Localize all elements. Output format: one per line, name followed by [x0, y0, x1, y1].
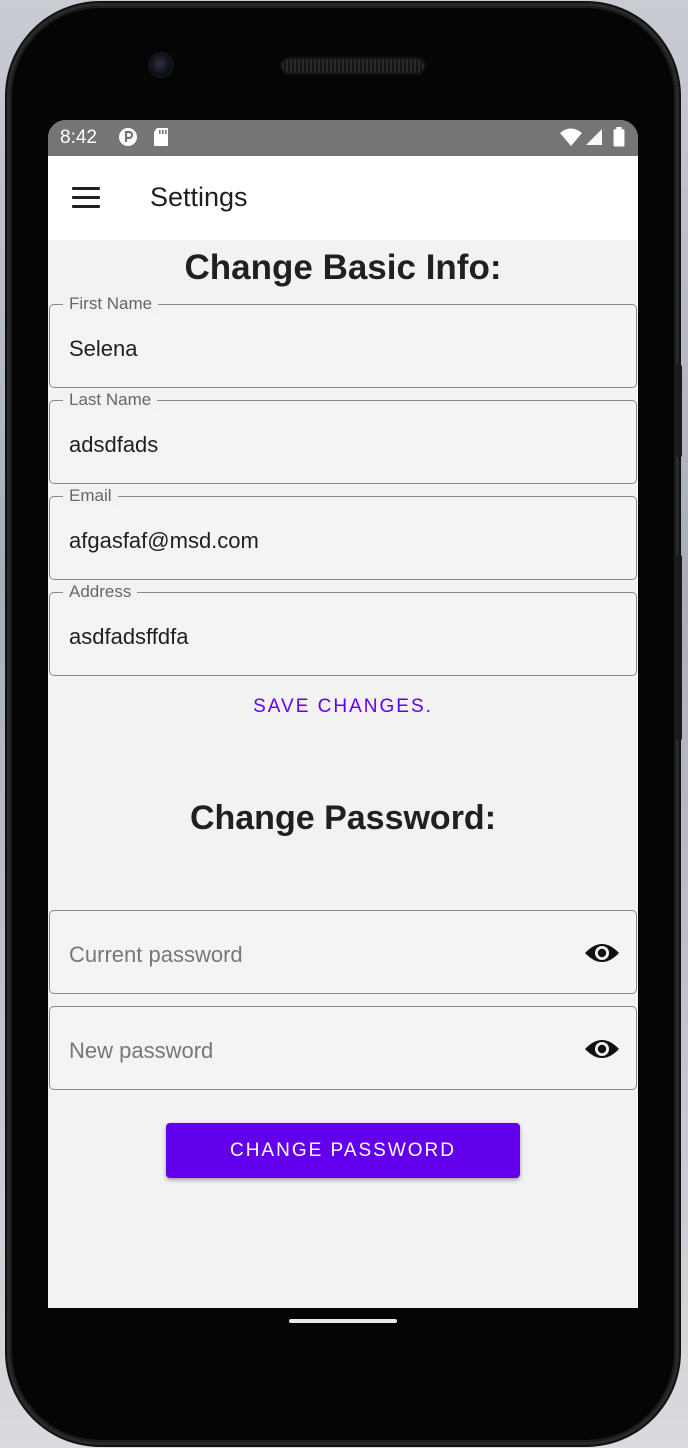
current-password-placeholder: Current password	[69, 942, 243, 967]
email-value: afgasfaf@msd.com	[69, 528, 259, 553]
status-time: 8:42	[60, 127, 97, 148]
change-password-heading: Change Password:	[189, 799, 497, 837]
hamburger-menu-icon[interactable]	[72, 187, 102, 209]
status-bar: 8:42	[48, 120, 638, 156]
first-name-field[interactable]: First Name Selena	[49, 294, 637, 388]
sd-card-icon	[154, 128, 168, 146]
earpiece-speaker	[282, 59, 424, 73]
email-label: Email	[63, 486, 118, 506]
new-password-field[interactable]: New password	[49, 1006, 637, 1090]
email-field[interactable]: Email afgasfaf@msd.com	[49, 486, 637, 580]
gesture-nav-handle[interactable]	[289, 1319, 397, 1323]
last-name-value: adsdfads	[69, 432, 159, 457]
first-name-value: Selena	[69, 336, 138, 361]
app-bar: Settings	[48, 156, 638, 240]
last-name-label: Last Name	[63, 390, 158, 410]
power-button	[676, 365, 682, 457]
address-field[interactable]: Address asdfadsffdfa	[49, 582, 637, 676]
change-password-button[interactable]: CHANGE PASSWORD	[166, 1123, 520, 1178]
current-password-field[interactable]: Current password	[49, 910, 637, 994]
battery-icon	[613, 127, 625, 147]
address-label: Address	[63, 582, 138, 602]
device-screen: 8:42 Settings Change Basic Info: First N…	[48, 120, 638, 1308]
app-notification-icon	[119, 128, 137, 146]
cellular-signal-icon	[586, 129, 602, 145]
wifi-icon	[560, 128, 582, 146]
toggle-visibility-eye-icon[interactable]	[584, 941, 620, 965]
save-changes-button[interactable]: SAVE CHANGES.	[48, 696, 638, 718]
page-title: Settings	[150, 182, 248, 212]
basic-info-heading: Change Basic Info:	[184, 248, 502, 287]
first-name-label: First Name	[63, 294, 159, 314]
last-name-field[interactable]: Last Name adsdfads	[49, 390, 637, 484]
address-value: asdfadsffdfa	[69, 624, 189, 649]
new-password-placeholder: New password	[69, 1038, 214, 1063]
front-camera	[150, 54, 172, 76]
volume-button	[676, 555, 682, 740]
toggle-visibility-eye-icon[interactable]	[584, 1037, 620, 1061]
